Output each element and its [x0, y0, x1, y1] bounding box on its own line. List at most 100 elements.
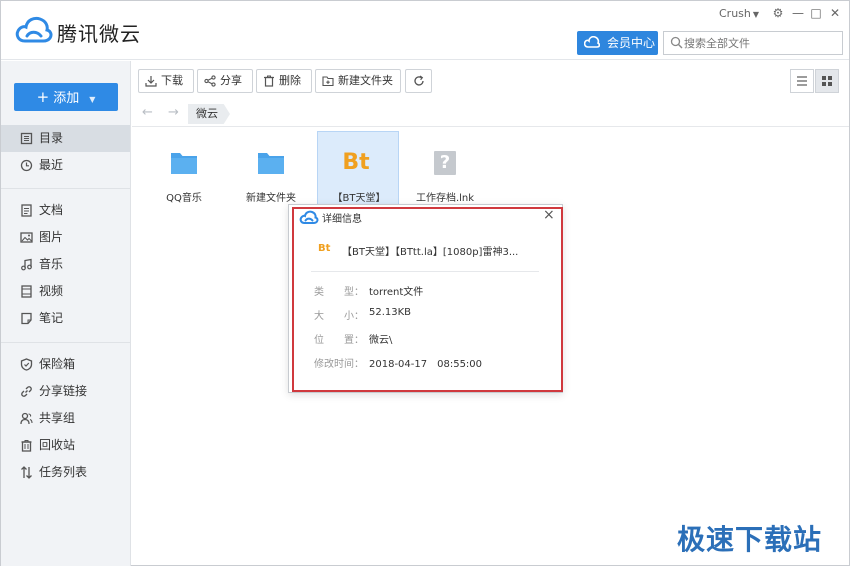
new-folder-button[interactable]: 新建文件夹: [315, 69, 401, 93]
sidebar-item-label: 分享链接: [39, 384, 88, 398]
delete-button[interactable]: 删除: [256, 69, 312, 93]
sidebar-item-documents[interactable]: 文档: [1, 197, 130, 224]
link-icon: [21, 386, 32, 397]
sidebar-item-label: 笔记: [39, 311, 64, 325]
download-label: 下载: [161, 74, 183, 87]
delete-label: 删除: [279, 74, 301, 87]
search-input[interactable]: [684, 34, 834, 52]
sidebar-item-images[interactable]: 图片: [1, 224, 130, 251]
back-arrow-icon[interactable]: ←: [142, 105, 153, 120]
sidebar-item-label: 视频: [39, 284, 64, 298]
sidebar-item-recent[interactable]: 最近: [1, 152, 130, 179]
cloud-icon: [584, 36, 600, 48]
trash-icon: [21, 440, 32, 452]
sidebar-item-label: 图片: [39, 230, 64, 244]
title-bar: 腾讯微云 Crush ▼ ⚙ — □ ✕ 会员中心: [1, 1, 849, 60]
sidebar-item-label: 共享组: [39, 411, 76, 425]
folder-list-icon: [20, 132, 33, 145]
chevron-down-icon: ▼: [89, 95, 96, 104]
search-icon: [670, 36, 683, 49]
sidebar-item-music[interactable]: 音乐: [1, 251, 130, 278]
vip-center-label: 会员中心: [607, 36, 656, 50]
sidebar-item-label: 保险箱: [39, 357, 76, 371]
close-icon[interactable]: ×: [543, 207, 555, 223]
file-name: QQ音乐: [166, 193, 202, 204]
app-window: 腾讯微云 Crush▼ ⚙ — □ ✕ 会员中心 +添加 ▼ 目录 最近 文档: [0, 0, 850, 566]
music-icon: [21, 258, 32, 271]
breadcrumb-item-root[interactable]: 微云: [188, 104, 230, 124]
refresh-button[interactable]: [405, 69, 432, 93]
new-folder-label: 新建文件夹: [338, 74, 393, 87]
download-button[interactable]: 下载: [138, 69, 194, 93]
vip-center-button[interactable]: 会员中心: [577, 31, 658, 55]
dialog-file-name: 【BT天堂】【BTtt.la】[1080p]雷神3...: [342, 247, 519, 258]
breadcrumb: ← → 微云: [132, 101, 849, 127]
file-item-bt[interactable]: Bt 【BT天堂】: [317, 131, 399, 209]
location-label: 位 置：: [314, 335, 364, 346]
shield-icon: [20, 358, 33, 371]
dialog-title: 详细信息: [322, 214, 362, 225]
folder-icon: [258, 153, 284, 174]
type-label: 类 型：: [314, 287, 364, 298]
sidebar-item-catalog[interactable]: 目录: [1, 125, 130, 152]
share-icon: [204, 75, 216, 87]
new-folder-icon: [322, 76, 334, 87]
weiyun-logo-icon: [299, 210, 319, 224]
forward-arrow-icon[interactable]: →: [168, 105, 179, 120]
file-item-lnk[interactable]: ? 工作存档.lnk: [404, 131, 486, 209]
list-view-button[interactable]: [790, 69, 814, 93]
file-name: 【BT天堂】: [332, 193, 386, 204]
group-icon: [20, 412, 33, 425]
sidebar-item-share-groups[interactable]: 共享组: [1, 405, 130, 432]
image-icon: [20, 232, 33, 243]
toolbar: 下载 分享 删除 新建文件夹: [132, 61, 849, 101]
type-value: torrent文件: [369, 287, 424, 298]
list-view-icon: [797, 76, 807, 86]
weiyun-logo-icon: [15, 16, 53, 43]
user-menu[interactable]: Crush ▼: [719, 7, 759, 20]
share-button[interactable]: 分享: [197, 69, 253, 93]
sidebar-item-label: 音乐: [39, 257, 64, 271]
file-item-qqmusic[interactable]: QQ音乐: [143, 131, 225, 209]
sidebar-divider: [1, 188, 130, 189]
modified-time-label: 修改时间：: [314, 359, 364, 370]
clock-icon: [20, 159, 33, 172]
close-window-button[interactable]: ✕: [826, 5, 844, 21]
watermark: 极速下载站: [677, 523, 823, 556]
chevron-down-icon: ▼: [752, 10, 760, 19]
add-button[interactable]: + 添加 ▼: [14, 83, 118, 111]
sidebar: + 添加 ▼ 目录 最近 文档 图片 音乐 视频 笔记 保险箱 分享链接 共享组…: [1, 61, 131, 566]
sidebar-item-safe[interactable]: 保险箱: [1, 351, 130, 378]
grid-view-button[interactable]: [815, 69, 839, 93]
details-dialog: 详细信息 × Bt 【BT天堂】【BTtt.la】[1080p]雷神3... 类…: [288, 204, 563, 393]
sidebar-divider: [1, 342, 130, 343]
plus-icon: +: [36, 88, 50, 106]
location-value: 微云\: [369, 335, 393, 346]
download-icon: [145, 76, 157, 87]
app-title: 腾讯微云: [57, 22, 141, 46]
sidebar-item-label: 文档: [39, 203, 64, 217]
sidebar-item-label: 回收站: [39, 438, 76, 452]
file-name: 工作存档.lnk: [415, 193, 475, 204]
sidebar-item-share-links[interactable]: 分享链接: [1, 378, 130, 405]
minimize-button[interactable]: —: [789, 5, 807, 21]
refresh-icon: [414, 75, 424, 86]
video-icon: [21, 285, 32, 298]
search-box[interactable]: [663, 31, 843, 55]
file-name: 新建文件夹: [246, 193, 296, 204]
note-icon: [21, 312, 32, 325]
file-item-new-folder[interactable]: 新建文件夹: [230, 131, 312, 209]
maximize-button[interactable]: □: [807, 5, 825, 21]
sidebar-item-task-list[interactable]: 任务列表: [1, 459, 130, 486]
modified-time-value: 2018-04-17 08:55:00: [369, 359, 483, 370]
bt-file-icon: Bt: [342, 150, 370, 175]
question-mark-icon: ?: [439, 152, 451, 173]
sidebar-item-label: 目录: [39, 131, 64, 145]
trash-icon: [264, 75, 274, 87]
add-button-label: 添加: [53, 91, 80, 106]
sidebar-item-recycle-bin[interactable]: 回收站: [1, 432, 130, 459]
sidebar-item-notes[interactable]: 笔记: [1, 305, 130, 332]
settings-gear-icon[interactable]: ⚙: [769, 5, 787, 21]
document-icon: [21, 204, 32, 217]
sidebar-item-video[interactable]: 视频: [1, 278, 130, 305]
